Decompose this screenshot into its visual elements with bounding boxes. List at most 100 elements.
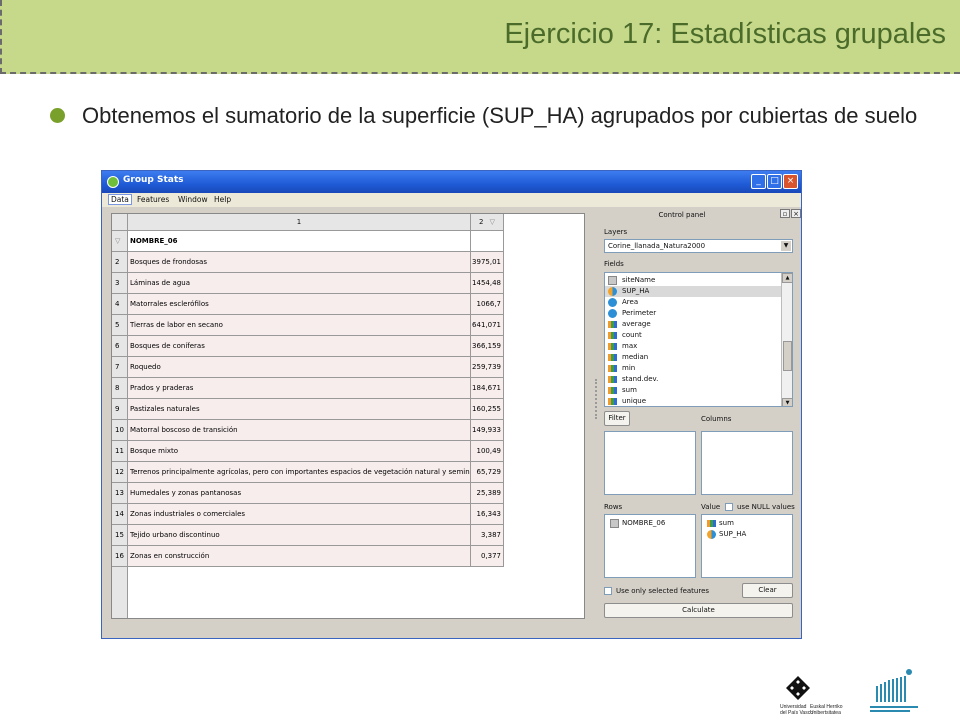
row-number: 9 <box>112 399 128 420</box>
value-item[interactable]: SUP_HA <box>704 529 746 540</box>
row-number: 16 <box>112 546 128 567</box>
row-value: 366,159 <box>471 336 504 357</box>
row-label: Zonas en construcción <box>128 546 471 567</box>
control-panel: Control panel ▫ × Layers Corine_llanada_N… <box>592 209 801 620</box>
row-label: Matorrales esclerófilos <box>128 294 471 315</box>
float-panel-icon[interactable]: ▫ <box>780 209 790 218</box>
field-label: count <box>622 331 642 339</box>
row-value: 160,255 <box>471 399 504 420</box>
scroll-thumb[interactable] <box>783 341 792 371</box>
upv-ehu-logo: Universidad del País Vasco Euskal Herrik… <box>780 660 843 716</box>
results-table[interactable]: 1 2 ▽ ▽ NOMBRE_06 2 Bosques de frondosas 3… <box>111 213 585 619</box>
columns-box[interactable] <box>701 431 793 495</box>
window-titlebar[interactable]: Group Stats _ □ × <box>102 171 801 193</box>
row-label: NOMBRE_06 <box>128 231 471 252</box>
dropdown-arrow-icon[interactable]: ▼ <box>781 241 791 251</box>
menu-help[interactable]: Help <box>214 195 231 204</box>
clear-button[interactable]: Clear <box>742 583 793 598</box>
calculate-button[interactable]: Calculate <box>604 603 793 618</box>
window-title: Group Stats <box>123 175 184 185</box>
statistic-icon <box>608 398 617 405</box>
row-number: 5 <box>112 315 128 336</box>
value-item-label: SUP_HA <box>719 530 747 538</box>
row-value: 65,729 <box>471 462 504 483</box>
field-item[interactable]: min <box>605 363 781 374</box>
use-selected-label: Use only selected features <box>616 587 710 595</box>
rows-box[interactable]: NOMBRE_06 <box>604 514 696 578</box>
rows-item-label: NOMBRE_06 <box>622 519 666 527</box>
row-label: Prados y praderas <box>128 378 471 399</box>
column-header-2[interactable]: 2 ▽ <box>471 214 504 231</box>
menu-data[interactable]: Data <box>108 194 132 205</box>
fields-list[interactable]: siteName SUP_HA Area Perimeter average count m… <box>604 272 793 407</box>
field-label: Perimeter <box>622 309 657 317</box>
field-item[interactable]: average <box>605 319 781 330</box>
maximize-button[interactable]: □ <box>767 174 782 189</box>
column-header-2-label: 2 <box>478 218 484 226</box>
logo-text-4: Unibertsitatea <box>810 710 841 716</box>
row-label: Bosque mixto <box>128 441 471 462</box>
row-label: Tejido urbano discontinuo <box>128 525 471 546</box>
row-number: 10 <box>112 420 128 441</box>
scroll-down-icon[interactable]: ▼ <box>782 398 792 406</box>
field-label: max <box>622 342 638 350</box>
field-item[interactable]: count <box>605 330 781 341</box>
row-label: Tierras de labor en secano <box>128 315 471 336</box>
row-value: 100,49 <box>471 441 504 462</box>
statistic-icon <box>608 354 617 361</box>
use-selected-checkbox[interactable] <box>604 587 612 595</box>
field-item[interactable]: stand.dev. <box>605 374 781 385</box>
row-number: 13 <box>112 483 128 504</box>
close-button[interactable]: × <box>783 174 798 189</box>
row-number: ▽ <box>112 231 128 252</box>
logo-text-2: del País Vasco <box>780 710 813 716</box>
field-item[interactable]: SUP_HA <box>605 286 781 297</box>
field-item[interactable]: unique <box>605 396 781 406</box>
numeric-field-icon <box>707 530 716 539</box>
group-stats-window: Group Stats _ □ × Data Features Window H… <box>101 170 802 639</box>
row-number: 11 <box>112 441 128 462</box>
field-item[interactable]: sum <box>605 385 781 396</box>
columns-label: Columns <box>701 415 732 423</box>
field-label: median <box>622 353 649 361</box>
filter-box[interactable] <box>604 431 696 495</box>
menu-window[interactable]: Window <box>178 195 208 204</box>
value-item[interactable]: sum <box>704 518 734 529</box>
fields-scrollbar[interactable]: ▲ ▼ <box>781 273 792 406</box>
row-value: 0,377 <box>471 546 504 567</box>
filter-button[interactable]: Filter <box>604 411 630 426</box>
row-number: 15 <box>112 525 128 546</box>
panel-splitter-handle[interactable] <box>595 379 599 419</box>
panel-buttons: ▫ × <box>779 209 801 218</box>
row-number: 6 <box>112 336 128 357</box>
rows-item[interactable]: NOMBRE_06 <box>607 518 665 529</box>
scroll-up-icon[interactable]: ▲ <box>782 273 792 283</box>
row-value: 3975,01 <box>471 252 504 273</box>
qgis-app-icon <box>107 176 119 188</box>
minimize-button[interactable]: _ <box>751 174 766 189</box>
field-item[interactable]: max <box>605 341 781 352</box>
numeric-field-icon <box>608 287 617 296</box>
statistic-icon <box>608 343 617 350</box>
use-null-checkbox[interactable] <box>725 503 733 511</box>
row-value: 1066,7 <box>471 294 504 315</box>
row-number: 14 <box>112 504 128 525</box>
row-number: 8 <box>112 378 128 399</box>
column-header-1[interactable]: 1 <box>128 214 471 231</box>
row-value: 3,387 <box>471 525 504 546</box>
row-label: Humedales y zonas pantanosas <box>128 483 471 504</box>
field-item[interactable]: Perimeter <box>605 308 781 319</box>
field-label: unique <box>622 397 647 405</box>
layer-selected: Corine_llanada_Natura2000 <box>608 242 706 250</box>
school-logo <box>866 668 922 714</box>
field-item[interactable]: siteName <box>605 275 781 286</box>
value-box[interactable]: sum SUP_HA <box>701 514 793 578</box>
row-number: 12 <box>112 462 128 483</box>
menu-features[interactable]: Features <box>137 195 169 204</box>
close-panel-icon[interactable]: × <box>791 209 801 218</box>
statistic-icon <box>608 321 617 328</box>
field-item[interactable]: median <box>605 352 781 363</box>
field-item[interactable]: Area <box>605 297 781 308</box>
layers-combobox[interactable]: Corine_llanada_Natura2000 ▼ <box>604 239 793 253</box>
row-value: 259,739 <box>471 357 504 378</box>
